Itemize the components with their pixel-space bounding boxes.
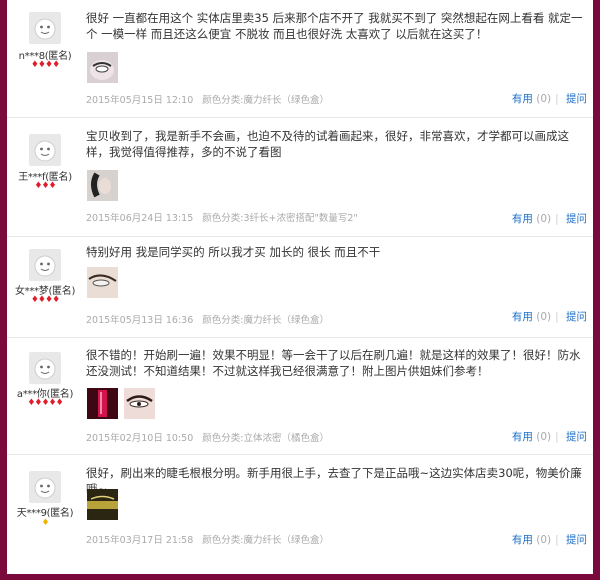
review-photo[interactable]: [87, 267, 118, 298]
helpful-button[interactable]: 有用: [512, 93, 533, 105]
divider: |: [555, 311, 559, 323]
avatar[interactable]: [29, 352, 61, 384]
helpful-count: (0): [536, 431, 552, 443]
ask-button[interactable]: 提问: [566, 213, 587, 225]
review-item: n***8(匿名) ♦♦♦♦ 很好 一直都在用这个 实体店里卖35 后来那个店不…: [7, 0, 593, 118]
review-sku: 颜色分类:立体浓密（橘色盒）: [202, 433, 329, 444]
review-text: 很不错的！开始刷一遍！效果不明显！等一会干了以后在刷几遍！就是这样的效果了！很好…: [86, 348, 581, 378]
review-photos: [87, 170, 124, 201]
helpful-count: (0): [536, 311, 552, 323]
review-actions: 有用 (0) | 提问: [512, 91, 587, 106]
ask-button[interactable]: 提问: [566, 93, 587, 105]
divider: |: [555, 213, 559, 225]
reviewer-nickname: 天***9(匿名): [16, 508, 74, 519]
reviewer-level-icon: ♦♦♦: [34, 181, 56, 191]
reviewer-level-icon: ♦♦♦♦: [30, 60, 60, 70]
review-photo[interactable]: [124, 388, 155, 419]
avatar[interactable]: [29, 471, 61, 503]
review-sku: 颜色分类:魔力纤长（绿色盒）: [202, 315, 329, 326]
review-photos: [87, 388, 161, 419]
review-date: 2015年05月15日 12:10: [86, 95, 194, 106]
ask-button[interactable]: 提问: [566, 534, 587, 546]
review-actions: 有用 (0) | 提问: [512, 532, 587, 547]
review-date: 2015年02月10日 10:50: [86, 433, 194, 444]
review-meta: 2015年05月13日 16:36 颜色分类:魔力纤长（绿色盒）: [86, 312, 335, 326]
review-item: 王***f(匿名) ♦♦♦ 宝贝收到了，我是新手不会画，也迫不及待的试着画起来，…: [7, 118, 593, 237]
review-photos: [87, 267, 124, 298]
review-sku: 颜色分类:魔力纤长（绿色盒）: [202, 95, 329, 106]
review-item: a***你(匿名) ♦♦♦♦♦ 很不错的！开始刷一遍！效果不明显！等一会干了以后…: [7, 338, 593, 455]
review-date: 2015年06月24日 13:15: [86, 213, 194, 224]
reviewer-level-icon: ♦: [41, 518, 49, 528]
helpful-button[interactable]: 有用: [512, 311, 533, 323]
review-sku: 颜色分类:3纤长+浓密搭配"数量写2": [202, 213, 358, 224]
review-photos: [87, 52, 124, 83]
review-photo[interactable]: [87, 388, 118, 419]
review-date: 2015年05月13日 16:36: [86, 315, 194, 326]
review-actions: 有用 (0) | 提问: [512, 211, 587, 226]
divider: |: [555, 93, 559, 105]
helpful-button[interactable]: 有用: [512, 213, 533, 225]
helpful-count: (0): [536, 213, 552, 225]
review-meta: 2015年03月17日 21:58 颜色分类:魔力纤长（绿色盒）: [86, 532, 335, 546]
review-photo[interactable]: [87, 52, 118, 83]
helpful-count: (0): [536, 534, 552, 546]
ask-button[interactable]: 提问: [566, 431, 587, 443]
review-item: 女***梦(匿名) ♦♦♦♦ 特别好用 我是同学买的 所以我才买 加长的 很长 …: [7, 237, 593, 338]
helpful-button[interactable]: 有用: [512, 534, 533, 546]
avatar[interactable]: [29, 249, 61, 281]
review-photo[interactable]: [87, 489, 118, 520]
review-list: n***8(匿名) ♦♦♦♦ 很好 一直都在用这个 实体店里卖35 后来那个店不…: [7, 0, 593, 574]
ask-button[interactable]: 提问: [566, 311, 587, 323]
review-photos: [87, 489, 124, 520]
reviewer-level-icon: ♦♦♦♦: [30, 295, 60, 305]
avatar[interactable]: [29, 134, 61, 166]
review-text: 很好，刷出来的睫毛根根分明。新手用很上手，去查了下是正品哦~这边实体店卖30呢，…: [86, 466, 582, 496]
review-meta: 2015年05月15日 12:10 颜色分类:魔力纤长（绿色盒）: [86, 92, 335, 106]
review-text: 宝贝收到了，我是新手不会画，也迫不及待的试着画起来，很好，非常喜欢，才学都可以画…: [86, 129, 569, 159]
review-text: 很好 一直都在用这个 实体店里卖35 后来那个店不开了 我就买不到了 突然想起在…: [86, 11, 583, 41]
helpful-button[interactable]: 有用: [512, 431, 533, 443]
review-item: 天***9(匿名) ♦ 很好，刷出来的睫毛根根分明。新手用很上手，去查了下是正品…: [7, 455, 593, 560]
review-actions: 有用 (0) | 提问: [512, 309, 587, 324]
reviewer-level-icon: ♦♦♦♦♦: [27, 398, 63, 408]
review-photo[interactable]: [87, 170, 118, 201]
review-date: 2015年03月17日 21:58: [86, 535, 194, 546]
avatar[interactable]: [29, 12, 61, 44]
divider: |: [555, 534, 559, 546]
review-text: 特别好用 我是同学买的 所以我才买 加长的 很长 而且不干: [86, 245, 381, 259]
review-meta: 2015年06月24日 13:15 颜色分类:3纤长+浓密搭配"数量写2": [86, 210, 364, 224]
helpful-count: (0): [536, 93, 552, 105]
review-sku: 颜色分类:魔力纤长（绿色盒）: [202, 535, 329, 546]
review-meta: 2015年02月10日 10:50 颜色分类:立体浓密（橘色盒）: [86, 430, 335, 444]
review-actions: 有用 (0) | 提问: [512, 429, 587, 444]
divider: |: [555, 431, 559, 443]
